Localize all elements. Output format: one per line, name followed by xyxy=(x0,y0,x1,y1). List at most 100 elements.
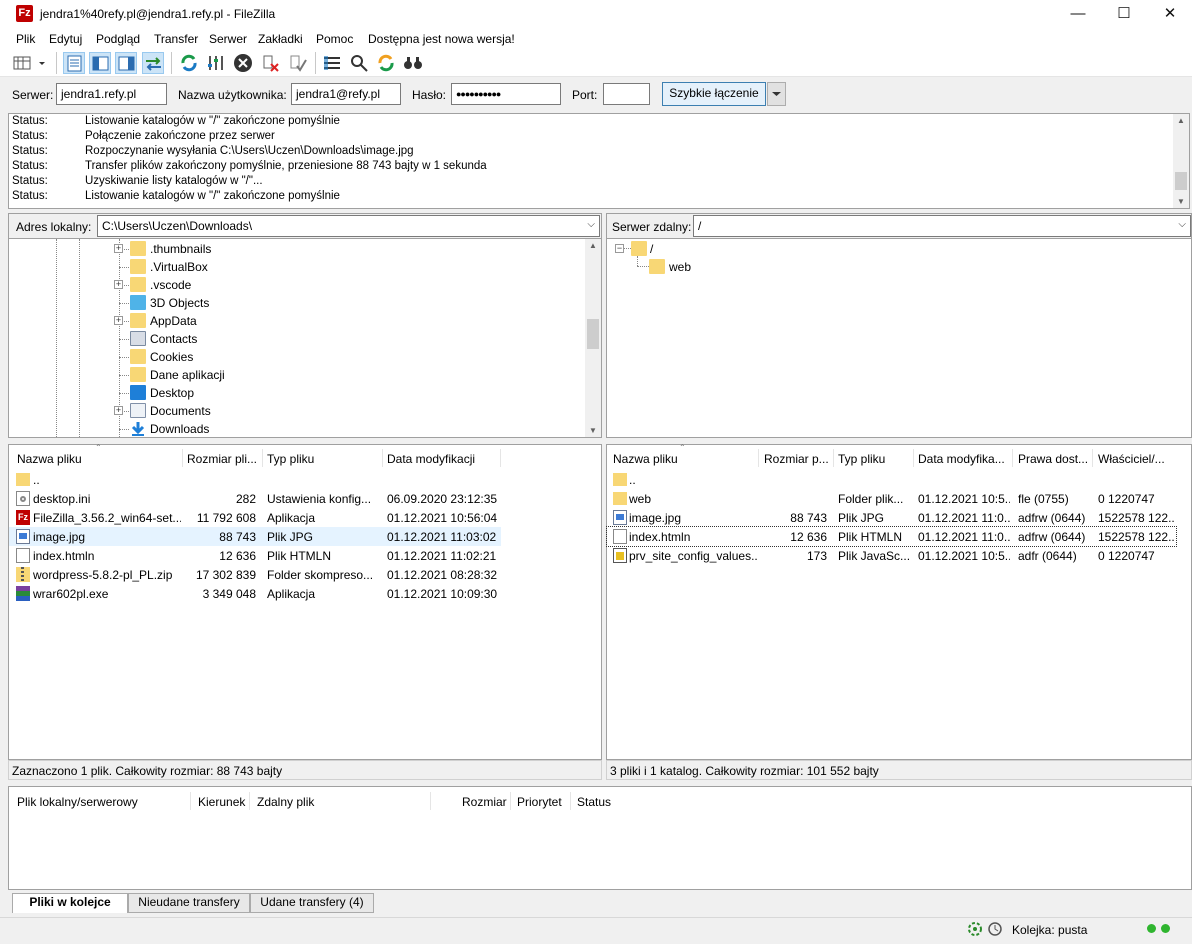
remote-tree-item-web[interactable]: web xyxy=(607,258,807,276)
column-header-owner[interactable]: Właściciel/... xyxy=(1098,452,1165,466)
local-file-row[interactable]: image.jpg 88 743 Plik JPG 01.12.2021 11:03:… xyxy=(9,527,501,546)
chevron-down-icon[interactable]: ⌵ xyxy=(1178,219,1186,230)
remote-file-row[interactable]: .. xyxy=(607,470,1176,489)
remote-file-row[interactable]: index.htmln 12 636 Plik HTMLN 01.12.2021 11… xyxy=(606,526,1177,547)
settings-file-icon xyxy=(16,491,30,506)
menu-plik[interactable]: Plik xyxy=(16,32,35,46)
local-file-row[interactable]: Fz FileZilla_3.56.2_win64-set... 11 792 60… xyxy=(9,508,501,527)
expand-icon[interactable]: + xyxy=(114,406,123,415)
directory-filter-icon[interactable] xyxy=(321,52,343,74)
local-file-row[interactable]: desktop.ini 282 Ustawienia konfig... 06.09.… xyxy=(9,489,501,508)
column-header-date[interactable]: Data modyfika... xyxy=(918,452,1005,466)
local-tree-item[interactable]: Contacts xyxy=(9,330,579,348)
message-log[interactable]: Status: Listowanie katalogów w "/" zakońc… xyxy=(8,113,1190,209)
local-tree-scrollbar[interactable]: ▲ ▼ xyxy=(585,239,601,437)
search-icon[interactable] xyxy=(348,52,370,74)
menu-transfer[interactable]: Transfer xyxy=(154,32,198,46)
menu-zakladki[interactable]: Zakładki xyxy=(258,32,303,46)
remote-file-row[interactable]: prv_site_config_values... 173 Plik JavaSc.… xyxy=(607,546,1176,565)
server-input[interactable]: jendra1.refy.pl xyxy=(56,83,167,105)
local-address-combo[interactable]: C:\Users\Uczen\Downloads\ ⌵ xyxy=(97,215,600,237)
local-tree-item[interactable]: + Documents xyxy=(9,402,579,420)
remote-file-row[interactable]: image.jpg 88 743 Plik JPG 01.12.2021 11:0..… xyxy=(607,508,1176,527)
filezilla-icon: Fz xyxy=(16,510,30,525)
expand-icon[interactable]: + xyxy=(114,280,123,289)
compare-directories-icon[interactable] xyxy=(402,52,424,74)
expand-icon[interactable]: + xyxy=(114,316,123,325)
toggle-queue-icon[interactable] xyxy=(142,52,164,74)
site-manager-icon[interactable] xyxy=(12,52,34,74)
maximize-button[interactable]: ☐ xyxy=(1101,0,1147,29)
toggle-log-icon[interactable] xyxy=(63,52,85,74)
queue-column-priority[interactable]: Priorytet xyxy=(517,795,562,809)
queue-column-size[interactable]: Rozmiar xyxy=(462,795,507,809)
column-header-size[interactable]: Rozmiar pli... xyxy=(187,452,257,466)
column-header-type[interactable]: Typ pliku xyxy=(838,452,885,466)
file-type: Plik JPG xyxy=(838,511,885,525)
toggle-local-tree-icon[interactable] xyxy=(89,52,111,74)
menu-edytuj[interactable]: Edytuj xyxy=(49,32,82,46)
local-tree-item[interactable]: 3D Objects xyxy=(9,294,579,312)
file-name: desktop.ini xyxy=(33,492,91,506)
local-tree-item[interactable]: + .thumbnails xyxy=(9,240,579,258)
local-file-row[interactable]: .. xyxy=(9,470,501,489)
menu-podglad[interactable]: Podgląd xyxy=(96,32,140,46)
refresh-icon[interactable] xyxy=(178,52,200,74)
local-tree-item[interactable]: Desktop xyxy=(9,384,579,402)
queue-column-direction[interactable]: Kierunek xyxy=(198,795,245,809)
local-file-list[interactable]: Nazwa pliku ⌃ Rozmiar pli... Typ pliku D… xyxy=(8,443,602,760)
cancel-operation-icon[interactable] xyxy=(232,52,254,74)
3d-objects-icon xyxy=(130,295,146,310)
password-input[interactable]: ●●●●●●●●●● xyxy=(451,83,561,105)
reconnect-icon[interactable] xyxy=(287,52,309,74)
remote-directory-tree[interactable]: − / web xyxy=(606,238,1192,438)
tab-successful-transfers[interactable]: Udane transfery (4) xyxy=(250,893,374,913)
disconnect-icon[interactable] xyxy=(260,52,282,74)
local-tree-item[interactable]: Dane aplikacji xyxy=(9,366,579,384)
local-file-row[interactable]: wrar602pl.exe 3 349 048 Aplikacja 01.12.202… xyxy=(9,584,501,603)
queue-column-local-file[interactable]: Plik lokalny/serwerowy xyxy=(17,795,138,809)
menu-serwer[interactable]: Serwer xyxy=(209,32,247,46)
local-directory-tree[interactable]: + .thumbnails .VirtualBox + .vscode 3D Object… xyxy=(8,238,602,438)
local-tree-item[interactable]: Cookies xyxy=(9,348,579,366)
transfer-queue[interactable]: Plik lokalny/serwerowy Kierunek Zdalny p… xyxy=(8,786,1192,890)
local-tree-item[interactable]: .VirtualBox xyxy=(9,258,579,276)
column-header-name[interactable]: Nazwa pliku xyxy=(17,452,82,466)
quickconnect-dropdown[interactable] xyxy=(767,82,786,106)
column-header-date[interactable]: Data modyfikacji xyxy=(387,452,475,466)
column-header-type[interactable]: Typ pliku xyxy=(267,452,314,466)
process-queue-icon[interactable] xyxy=(205,52,227,74)
chevron-down-icon[interactable] xyxy=(36,52,48,74)
local-file-row[interactable]: wordpress-5.8.2-pl_PL.zip 17 302 839 Folde… xyxy=(9,565,501,584)
network-config-icon[interactable] xyxy=(987,921,1003,937)
speed-limit-icon[interactable] xyxy=(967,921,983,937)
minimize-button[interactable]: — xyxy=(1055,0,1101,29)
local-tree-item[interactable]: + .vscode xyxy=(9,276,579,294)
sync-browsing-icon[interactable] xyxy=(375,52,397,74)
remote-address-combo[interactable]: / ⌵ xyxy=(693,215,1191,237)
queue-column-status[interactable]: Status xyxy=(577,795,611,809)
expand-icon[interactable]: + xyxy=(114,244,123,253)
local-tree-item[interactable]: Downloads xyxy=(9,420,579,438)
tab-queued-files[interactable]: Pliki w kolejce xyxy=(12,893,128,913)
chevron-down-icon[interactable]: ⌵ xyxy=(587,219,595,230)
quickconnect-button[interactable]: Szybkie łączenie xyxy=(662,82,766,106)
menu-pomoc[interactable]: Pomoc xyxy=(316,32,353,46)
remote-file-list[interactable]: Nazwa pliku ⌃ Rozmiar p... Typ pliku Dat… xyxy=(606,443,1192,760)
username-input[interactable]: jendra1@refy.pl xyxy=(291,83,401,105)
queue-column-remote-file[interactable]: Zdalny plik xyxy=(257,795,314,809)
column-header-permissions[interactable]: Prawa dost... xyxy=(1018,452,1088,466)
collapse-icon[interactable]: − xyxy=(615,244,624,253)
port-input[interactable] xyxy=(603,83,650,105)
log-scrollbar[interactable]: ▲ ▼ xyxy=(1173,114,1189,208)
local-tree-item[interactable]: + AppData xyxy=(9,312,579,330)
tab-failed-transfers[interactable]: Nieudane transfery xyxy=(128,893,250,913)
column-header-size[interactable]: Rozmiar p... xyxy=(764,452,829,466)
close-button[interactable]: ✕ xyxy=(1147,0,1192,29)
local-file-row[interactable]: index.htmln 12 636 Plik HTMLN 01.12.2021 11… xyxy=(9,546,501,565)
file-type: Folder plik... xyxy=(838,492,904,506)
remote-file-row[interactable]: web Folder plik... 01.12.2021 10:5... fle (… xyxy=(607,489,1176,508)
menu-new-version[interactable]: Dostępna jest nowa wersja! xyxy=(368,32,515,46)
toggle-remote-tree-icon[interactable] xyxy=(115,52,137,74)
column-header-name[interactable]: Nazwa pliku xyxy=(613,452,678,466)
